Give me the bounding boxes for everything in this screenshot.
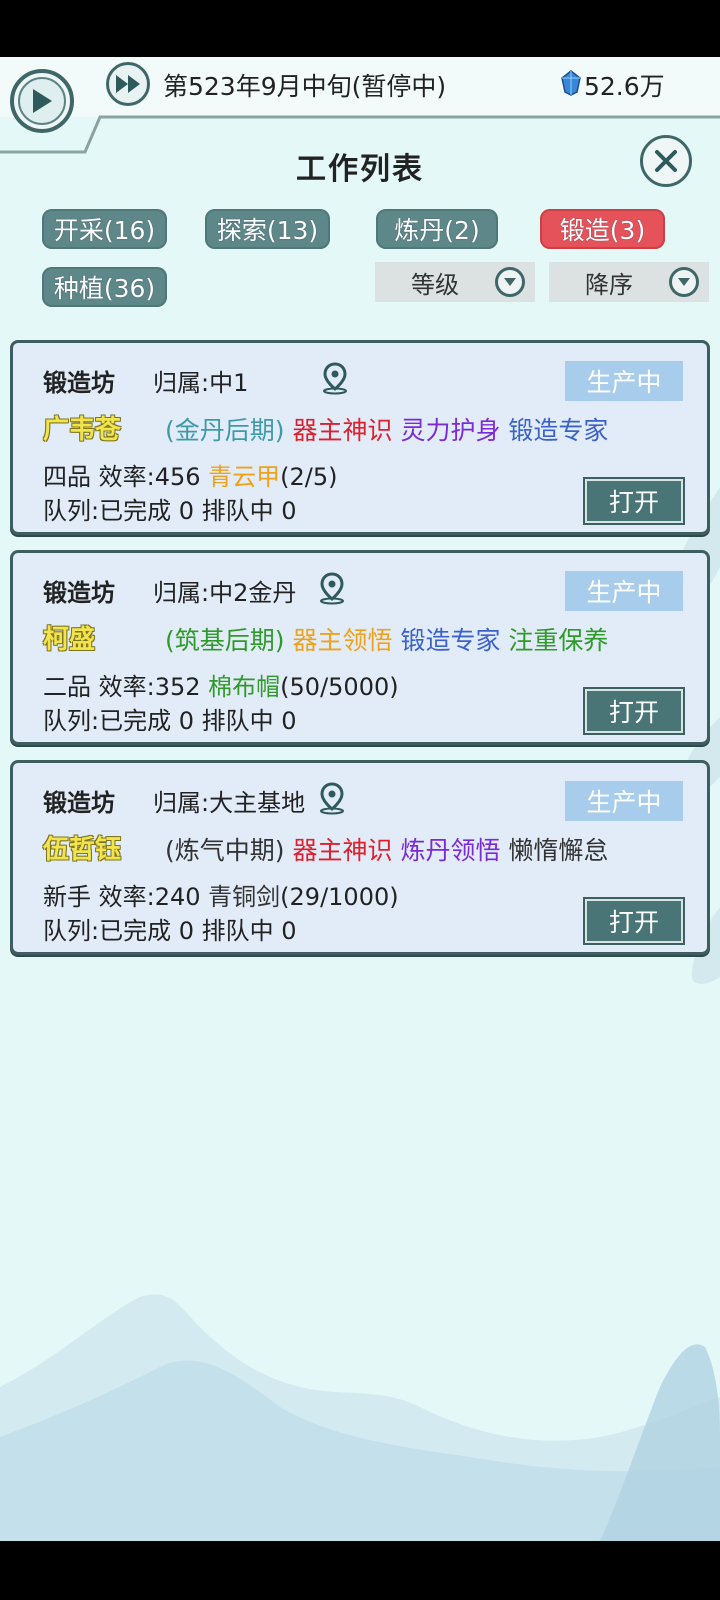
queue-info: 队列:已完成 0 排队中 0 bbox=[43, 707, 297, 735]
chevron-down-icon bbox=[669, 267, 699, 297]
production-info: 二品 效率:352 棉布帽(50/5000) bbox=[43, 667, 399, 702]
production-info: 新手 效率:240 青铜剑(29/1000) bbox=[43, 877, 399, 912]
worker-name: 柯盛 bbox=[43, 625, 96, 655]
status-badge: 生产中 bbox=[565, 571, 683, 611]
product-progress: (2/5) bbox=[280, 463, 338, 491]
worker-realm: (金丹后期) bbox=[165, 416, 285, 445]
workshop-owner: 归属:中2金丹 bbox=[153, 579, 297, 607]
mountain-background bbox=[0, 1294, 720, 1541]
trait: 器主领悟 bbox=[292, 626, 393, 655]
trait: 锻造专家 bbox=[508, 416, 609, 445]
trait: 灵力护身 bbox=[400, 416, 501, 445]
worker-name: 伍哲钰 bbox=[43, 835, 122, 865]
open-button[interactable]: 打开 bbox=[583, 687, 685, 735]
play-icon bbox=[18, 77, 66, 125]
product-progress: (29/1000) bbox=[280, 883, 399, 911]
currency-value: 52.6万 bbox=[584, 72, 665, 101]
game-date: 第523年9月中旬(暂停中) bbox=[163, 72, 447, 101]
close-icon bbox=[655, 150, 677, 172]
open-button[interactable]: 打开 bbox=[583, 897, 685, 945]
trait: 注重保养 bbox=[508, 626, 609, 655]
tab-forging[interactable]: 锻造(3) bbox=[540, 209, 665, 249]
workshop-type: 锻造坊 bbox=[43, 579, 115, 607]
map-pin-icon[interactable] bbox=[315, 781, 349, 815]
game-screen: 第523年9月中旬(暂停中) 52.6万 工作列表 开采(16) 探索(13) … bbox=[0, 57, 720, 1541]
blue-gem-icon bbox=[561, 70, 581, 96]
worker-traits: (金丹后期) 器主神识 灵力护身 锻造专家 bbox=[165, 411, 608, 447]
queue-info: 队列:已完成 0 排队中 0 bbox=[43, 917, 297, 945]
workshop-owner: 归属:大主基地 bbox=[153, 789, 306, 817]
chevron-down-icon bbox=[495, 267, 525, 297]
trait: 懒惰懈怠 bbox=[508, 836, 609, 865]
workshop-card: 锻造坊 归属:中1 生产中 广韦苍 (金丹后期) 器主神识 灵力护身 锻造专家 … bbox=[10, 340, 710, 535]
rank-efficiency: 二品 效率:352 bbox=[43, 673, 201, 701]
product-name: 青铜剑 bbox=[208, 883, 281, 911]
tab-explore[interactable]: 探索(13) bbox=[205, 209, 330, 249]
status-badge: 生产中 bbox=[565, 781, 683, 821]
tab-planting[interactable]: 种植(36) bbox=[42, 267, 167, 307]
sort-field-label: 等级 bbox=[411, 270, 459, 299]
workshop-card: 锻造坊 归属:大主基地 生产中 伍哲钰 (炼气中期) 器主神识 炼丹领悟 懒惰懈… bbox=[10, 760, 710, 955]
close-button[interactable] bbox=[640, 135, 692, 187]
fast-forward-icon bbox=[116, 75, 140, 93]
rank-efficiency: 四品 效率:456 bbox=[43, 463, 201, 491]
tab-mining[interactable]: 开采(16) bbox=[42, 209, 167, 249]
product-progress: (50/5000) bbox=[280, 673, 399, 701]
workshop-type: 锻造坊 bbox=[43, 369, 115, 397]
sort-field-select[interactable]: 等级 bbox=[375, 262, 535, 302]
production-info: 四品 效率:456 青云甲(2/5) bbox=[43, 457, 338, 492]
workshop-owner: 归属:中1 bbox=[153, 369, 249, 397]
map-pin-icon[interactable] bbox=[315, 571, 349, 605]
play-button[interactable] bbox=[10, 69, 74, 133]
trait: 锻造专家 bbox=[400, 626, 501, 655]
panel-title: 工作列表 bbox=[296, 152, 424, 187]
status-badge: 生产中 bbox=[565, 361, 683, 401]
sort-order-select[interactable]: 降序 bbox=[549, 262, 709, 302]
trait: 器主神识 bbox=[292, 416, 393, 445]
worker-realm: (筑基后期) bbox=[165, 626, 285, 655]
tab-alchemy[interactable]: 炼丹(2) bbox=[376, 209, 498, 249]
worker-realm: (炼气中期) bbox=[165, 836, 285, 865]
worker-traits: (炼气中期) 器主神识 炼丹领悟 懒惰懈怠 bbox=[165, 831, 608, 867]
workshop-type: 锻造坊 bbox=[43, 789, 115, 817]
worker-name: 广韦苍 bbox=[43, 415, 122, 445]
open-button[interactable]: 打开 bbox=[583, 477, 685, 525]
sort-order-label: 降序 bbox=[585, 270, 633, 299]
fast-forward-button[interactable] bbox=[106, 62, 150, 106]
workshop-card: 锻造坊 归属:中2金丹 生产中 柯盛 (筑基后期) 器主领悟 锻造专家 注重保养… bbox=[10, 550, 710, 745]
trait: 器主神识 bbox=[292, 836, 393, 865]
rank-efficiency: 新手 效率:240 bbox=[43, 883, 201, 911]
product-name: 棉布帽 bbox=[208, 673, 281, 701]
queue-info: 队列:已完成 0 排队中 0 bbox=[43, 497, 297, 525]
product-name: 青云甲 bbox=[208, 463, 281, 491]
worker-traits: (筑基后期) 器主领悟 锻造专家 注重保养 bbox=[165, 621, 608, 657]
map-pin-icon[interactable] bbox=[318, 361, 352, 395]
trait: 炼丹领悟 bbox=[400, 836, 501, 865]
